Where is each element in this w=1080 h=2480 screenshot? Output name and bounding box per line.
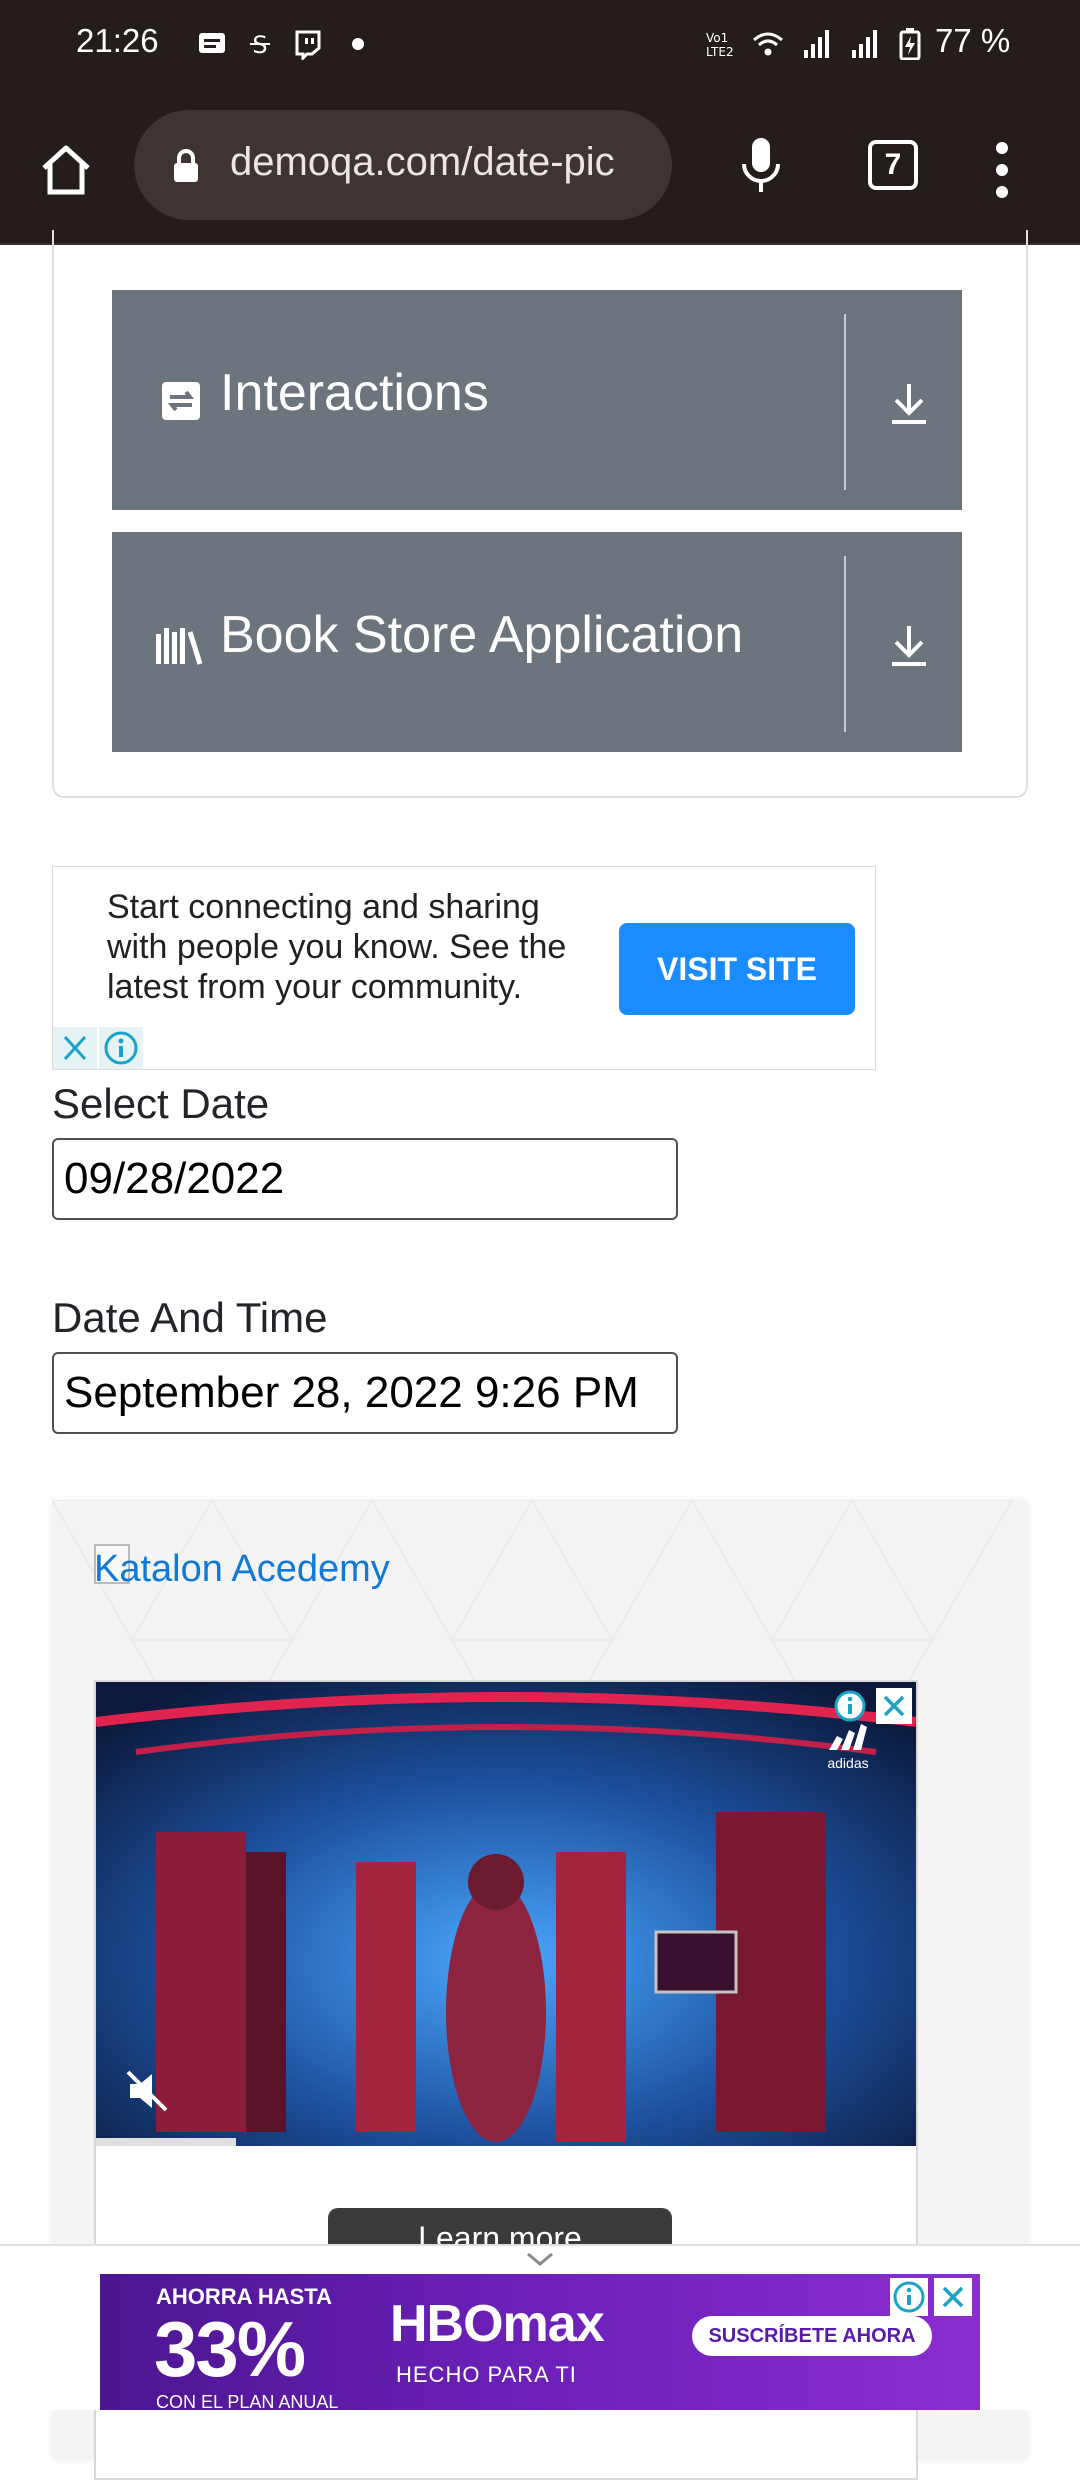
microphone-icon[interactable] <box>736 134 786 198</box>
adidas-logo: adidas <box>818 1722 878 1776</box>
interactions-icon <box>162 382 200 420</box>
subscribe-button[interactable]: SUSCRÍBETE AHORA <box>692 2316 932 2356</box>
adidas-logo-icon <box>829 1724 867 1750</box>
signal-icon <box>804 30 829 58</box>
books-icon <box>156 628 203 665</box>
dot-icon <box>352 38 364 50</box>
status-bar: 21:26 S Vo1LTE2 77 % <box>0 0 1080 88</box>
close-icon[interactable] <box>934 2278 972 2316</box>
message-icon <box>199 33 225 53</box>
video-frame[interactable] <box>96 1682 916 2146</box>
group-title: Interactions <box>220 364 489 422</box>
text-ad[interactable]: Start connecting and sharing with people… <box>52 866 876 1070</box>
signal-icon <box>852 30 877 58</box>
svg-text:Vo1: Vo1 <box>706 31 728 45</box>
group-title: Book Store Application <box>220 606 744 664</box>
hbomax-logo: HBOmax <box>390 2295 605 2353</box>
ad-info-icon[interactable] <box>890 2278 928 2316</box>
select-date-input[interactable]: 09/28/2022 <box>52 1138 678 1220</box>
ad-text: Start connecting and sharing with people… <box>107 888 567 1006</box>
volte-icon: Vo1LTE2 <box>706 31 734 59</box>
date-and-time-label: Date And Time <box>52 1294 328 1341</box>
divider <box>844 556 846 732</box>
lock-icon[interactable] <box>170 148 202 184</box>
close-icon[interactable] <box>53 1027 97 1069</box>
home-icon[interactable] <box>36 140 96 200</box>
date-and-time-input[interactable]: September 28, 2022 9:26 PM <box>52 1352 678 1434</box>
chevron-down-icon[interactable] <box>520 2250 560 2270</box>
download-arrow-icon[interactable] <box>884 620 934 670</box>
group-header-interactions[interactable]: Interactions <box>112 290 962 510</box>
group-header-book-store[interactable]: Book Store Application <box>112 532 962 752</box>
more-options-icon[interactable] <box>988 140 1016 200</box>
visit-site-button[interactable]: VISIT SITE <box>619 923 855 1015</box>
tab-switcher-button[interactable]: 7 <box>868 140 918 190</box>
browser-toolbar: demoqa.com/date-pic 7 <box>0 88 1080 245</box>
battery-percent: 77 % <box>935 22 1011 59</box>
sim-icon: S <box>250 31 270 59</box>
ad-info-icon[interactable] <box>832 1688 868 1724</box>
twitch-icon <box>295 30 321 60</box>
wifi-icon <box>753 32 783 56</box>
adidas-wordmark: adidas <box>827 1755 869 1771</box>
banner-sub-line: CON EL PLAN ANUAL <box>156 2392 339 2410</box>
mute-icon[interactable] <box>122 2066 172 2116</box>
address-bar[interactable]: demoqa.com/date-pic <box>134 110 672 220</box>
url-text[interactable]: demoqa.com/date-pic <box>230 140 650 185</box>
download-arrow-icon[interactable] <box>884 378 934 428</box>
video-progress-bar[interactable] <box>96 2138 236 2146</box>
info-icon[interactable] <box>99 1027 143 1069</box>
bottom-ad-bar: AHORRA HASTA 33% CON EL PLAN ANUAL HBOma… <box>0 2244 1080 2410</box>
select-date-label: Select Date <box>52 1080 270 1127</box>
banner-percent: 33% <box>154 2305 306 2393</box>
clock: 21:26 <box>76 22 159 59</box>
hbomax-banner[interactable]: AHORRA HASTA 33% CON EL PLAN ANUAL HBOma… <box>100 2274 980 2410</box>
svg-text:LTE2: LTE2 <box>706 45 734 59</box>
battery-charging-icon <box>899 28 921 60</box>
katalon-link[interactable]: Katalon Acedemy <box>94 1548 390 1591</box>
banner-tagline: HECHO PARA TI <box>396 2362 577 2387</box>
close-icon[interactable] <box>876 1688 912 1724</box>
divider <box>844 314 846 490</box>
